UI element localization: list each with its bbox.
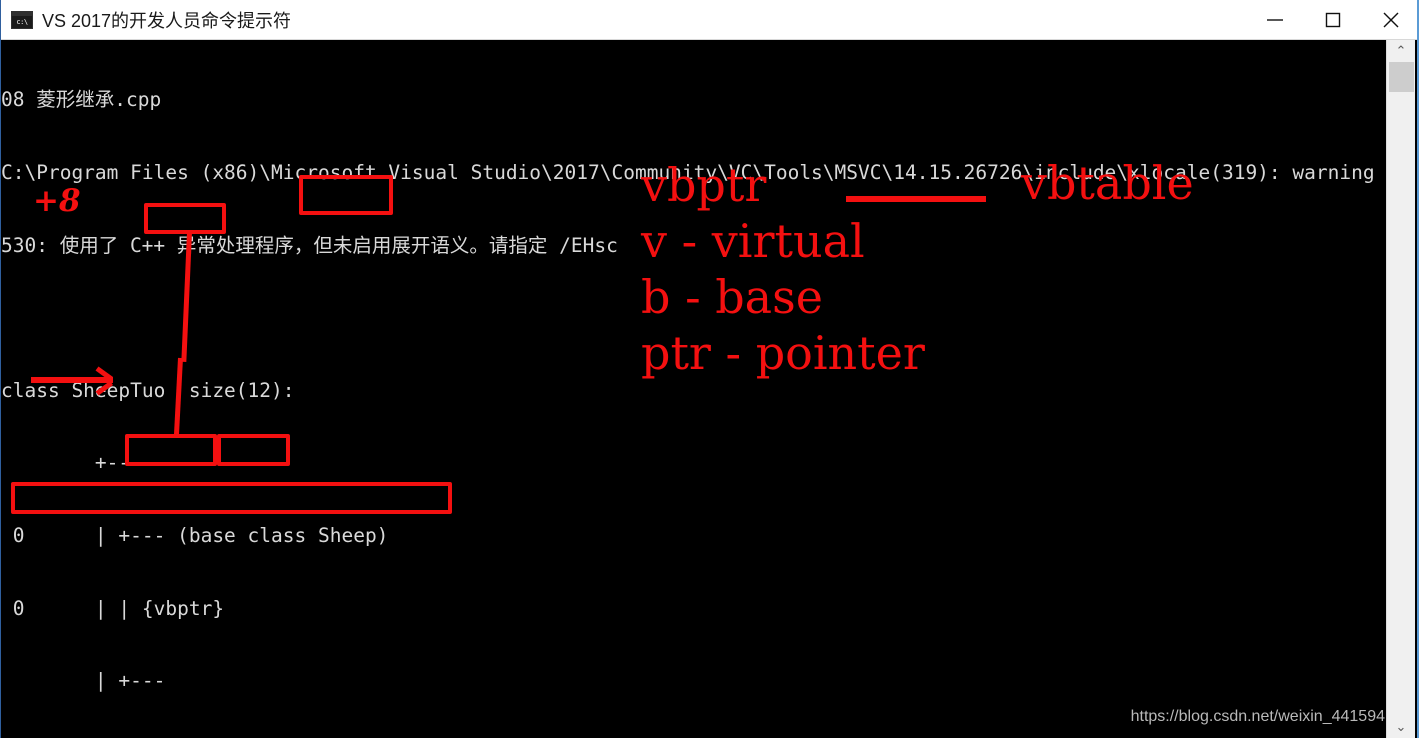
terminal-line: +--- xyxy=(1,451,142,475)
terminal-line: 08 菱形继承.cpp xyxy=(1,88,162,112)
terminal-line: 0 | +--- (base class Sheep) xyxy=(1,523,389,547)
window-titlebar: c:\ VS 2017的开发人员命令提示符 xyxy=(1,0,1417,40)
scroll-up-arrow-icon[interactable]: ⌃ xyxy=(1387,40,1415,62)
terminal-output-area[interactable]: 08 菱形继承.cpp C:\Program Files (x86)\Micro… xyxy=(1,40,1389,738)
terminal-text: 08 菱形继承.cpp C:\Program Files (x86)\Micro… xyxy=(1,40,1389,738)
console-icon: c:\ xyxy=(11,10,33,29)
minimize-button[interactable] xyxy=(1246,0,1304,39)
terminal-line: | +--- xyxy=(1,669,166,693)
console-icon-glyph: c:\ xyxy=(12,15,32,28)
scroll-down-arrow-icon[interactable]: ⌄ xyxy=(1387,716,1415,738)
close-icon xyxy=(1383,12,1399,27)
minimize-icon xyxy=(1267,18,1283,21)
terminal-line: class SheepTuo size(12): xyxy=(1,378,295,402)
watermark: https://blog.csdn.net/weixin_441594 xyxy=(1130,708,1385,725)
vertical-scrollbar[interactable]: ⌃ ⌄ xyxy=(1386,40,1415,738)
terminal-line: 0 | | {vbptr} xyxy=(1,596,225,620)
close-button[interactable] xyxy=(1362,0,1417,39)
window-title: VS 2017的开发人员命令提示符 xyxy=(42,10,292,31)
scrollbar-thumb[interactable] xyxy=(1389,62,1414,92)
maximize-icon xyxy=(1325,12,1341,27)
terminal-line: 530: 使用了 C++ 异常处理程序，但未启用展开语义。请指定 /EHsc xyxy=(1,233,618,257)
maximize-button[interactable] xyxy=(1304,0,1362,39)
console-window: c:\ VS 2017的开发人员命令提示符 08 菱形继承.cpp C:\Pro… xyxy=(0,0,1419,738)
terminal-line: C:\Program Files (x86)\Microsoft Visual … xyxy=(1,161,1389,184)
